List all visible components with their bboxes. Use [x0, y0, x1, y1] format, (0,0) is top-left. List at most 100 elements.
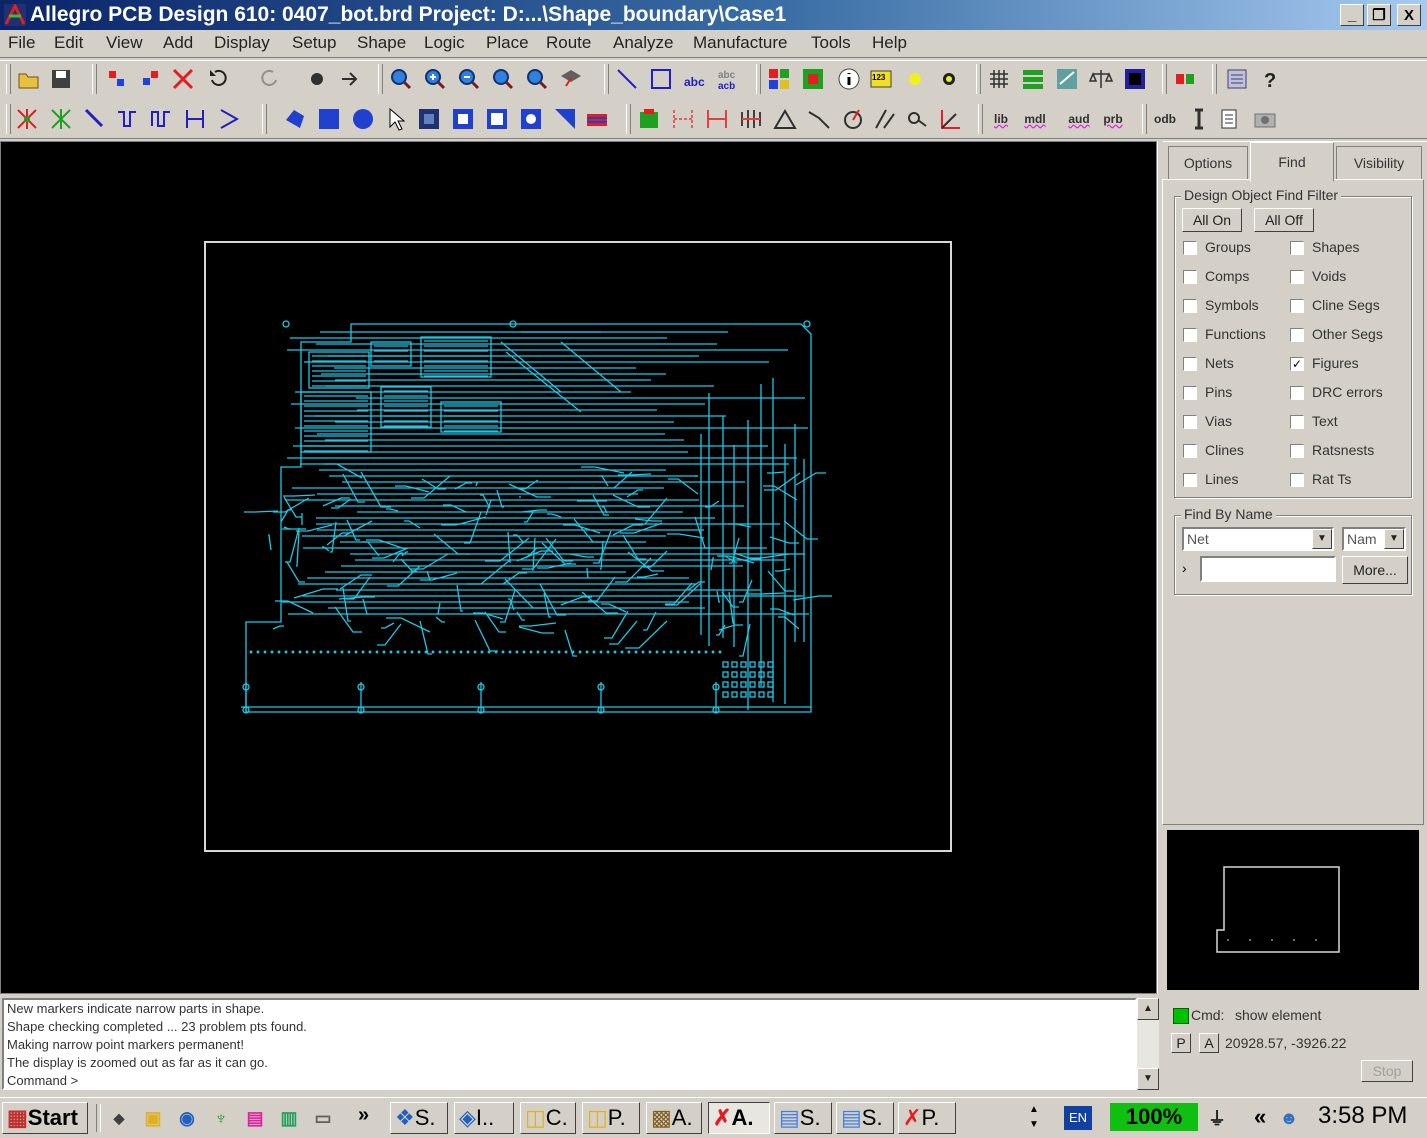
info-icon[interactable] [836, 66, 862, 92]
menu-file[interactable]: File [8, 33, 35, 53]
constraint-icon[interactable] [1054, 66, 1080, 92]
menu-setup[interactable]: Setup [292, 33, 336, 53]
checkbox-drc-errors[interactable] [1290, 386, 1304, 400]
menu-manufacture[interactable]: Manufacture [693, 33, 788, 53]
power-plug-icon[interactable]: ⏚ [1204, 1105, 1230, 1131]
chevron-up-icon[interactable]: ▲ [1024, 1102, 1044, 1117]
design-canvas[interactable] [0, 141, 1157, 994]
zoom-previous-icon[interactable] [490, 66, 516, 92]
user-icon[interactable]: ☻ [1276, 1105, 1302, 1131]
shape-icon[interactable] [1122, 66, 1148, 92]
odb-button[interactable]: odb [1152, 106, 1178, 132]
slide-icon[interactable] [48, 106, 74, 132]
find-type-select[interactable]: Net ▼ [1182, 527, 1334, 551]
chevron-down-icon[interactable]: ▼ [1384, 529, 1404, 549]
ie-icon[interactable]: ◉ [174, 1105, 200, 1131]
find-mode-select[interactable]: Nam ▼ [1342, 527, 1406, 551]
explorer-icon[interactable]: ▣ [140, 1105, 166, 1131]
task-button[interactable]: ❖S. [390, 1102, 448, 1134]
dim-linear-icon[interactable] [636, 106, 662, 132]
minimize-button[interactable]: _ [1340, 4, 1364, 26]
checkbox-vias[interactable] [1183, 415, 1197, 429]
checkbox-clines[interactable] [1183, 444, 1197, 458]
balance-icon[interactable] [1088, 66, 1114, 92]
add-text-icon[interactable]: abc [682, 66, 708, 92]
arc-icon[interactable] [738, 106, 764, 132]
help-icon[interactable]: ? [1258, 66, 1284, 92]
zoom-badge[interactable]: 100% [1110, 1103, 1198, 1131]
color-icon[interactable] [766, 66, 792, 92]
checkbox-groups[interactable] [1183, 241, 1197, 255]
checkbox-text[interactable] [1290, 415, 1304, 429]
lib-button[interactable]: lib [988, 106, 1014, 132]
checkbox-figures[interactable]: ✓ [1290, 357, 1304, 371]
void-icon[interactable] [484, 106, 510, 132]
media-icon[interactable]: ▤ [242, 1105, 268, 1131]
task-button[interactable]: ✗P. [898, 1102, 956, 1134]
void-rect-icon[interactable] [518, 106, 544, 132]
command-prompt[interactable]: Command > [4, 1072, 1135, 1090]
shape-select-icon[interactable] [384, 106, 410, 132]
shape-circle-icon[interactable] [350, 106, 376, 132]
layer-icon[interactable] [800, 66, 826, 92]
quicklaunch-icon[interactable]: ◆ [106, 1105, 132, 1131]
connect-icon[interactable] [14, 106, 40, 132]
checkbox-symbols[interactable] [1183, 299, 1197, 313]
stackup-icon[interactable] [1186, 106, 1212, 132]
console-output[interactable]: New markers indicate narrow parts in sha… [2, 998, 1137, 1090]
all-on-button[interactable]: All On [1182, 208, 1242, 232]
checkbox-nets[interactable] [1183, 357, 1197, 371]
checkbox-functions[interactable] [1183, 328, 1197, 342]
move-icon[interactable] [104, 66, 130, 92]
fillet-icon[interactable] [840, 106, 866, 132]
task-button[interactable]: ◫P. [582, 1102, 640, 1134]
measure-icon[interactable]: 123 [868, 66, 894, 92]
quicklaunch-more[interactable]: » [358, 1104, 369, 1127]
checkbox-pins[interactable] [1183, 386, 1197, 400]
custom-smooth-icon[interactable] [182, 106, 208, 132]
menu-place[interactable]: Place [486, 33, 529, 53]
report-icon[interactable] [1224, 66, 1250, 92]
document-icon[interactable] [1218, 106, 1244, 132]
chevron-down-icon[interactable]: ▼ [1312, 529, 1332, 549]
all-off-button[interactable]: All Off [1254, 208, 1314, 232]
grid-icon[interactable] [986, 66, 1012, 92]
assign-net-icon[interactable] [552, 106, 578, 132]
shape-rect-icon[interactable] [316, 106, 342, 132]
menu-add[interactable]: Add [163, 33, 193, 53]
menu-help[interactable]: Help [872, 33, 907, 53]
dim-angular-icon[interactable] [670, 106, 696, 132]
tray-collapse[interactable]: « [1254, 1104, 1266, 1130]
unfix-icon[interactable] [336, 66, 362, 92]
zoom-out-icon[interactable] [456, 66, 482, 92]
checkbox-rat-ts[interactable] [1290, 473, 1304, 487]
console-scrollbar[interactable]: ▲ ▼ [1137, 998, 1159, 1090]
open-icon[interactable] [16, 66, 42, 92]
task-button[interactable]: ◫C. [520, 1102, 576, 1134]
menu-tools[interactable]: Tools [811, 33, 851, 53]
aud-button[interactable]: aud [1066, 106, 1092, 132]
add-line-icon[interactable] [614, 66, 640, 92]
scroll-up-arrow-icon[interactable]: ▲ [1137, 998, 1159, 1020]
app-icon[interactable]: ♆ [208, 1105, 234, 1131]
3d-view-icon[interactable] [558, 66, 584, 92]
delete-icon[interactable] [170, 66, 196, 92]
delay-tune-icon[interactable] [114, 106, 140, 132]
layer-view-icon[interactable] [1020, 66, 1046, 92]
clock[interactable]: 3:58 PM [1318, 1102, 1407, 1130]
dehighlight-icon[interactable] [936, 66, 962, 92]
checkbox-lines[interactable] [1183, 473, 1197, 487]
taskbar-scroll[interactable]: ▲ ▼ [1024, 1102, 1044, 1134]
shell-icon[interactable]: ▭ [310, 1105, 336, 1131]
checkbox-other-segs[interactable] [1290, 328, 1304, 342]
circle-icon[interactable] [772, 106, 798, 132]
tab-options[interactable]: Options [1168, 146, 1248, 179]
fix-icon[interactable] [304, 66, 330, 92]
shape-edit-icon[interactable] [450, 106, 476, 132]
menu-logic[interactable]: Logic [424, 33, 465, 53]
task-button[interactable]: ▤S. [774, 1102, 832, 1134]
world-view-minimap[interactable] [1167, 830, 1420, 990]
find-name-input[interactable] [1200, 556, 1336, 582]
copy-icon[interactable] [138, 66, 164, 92]
menu-analyze[interactable]: Analyze [613, 33, 673, 53]
